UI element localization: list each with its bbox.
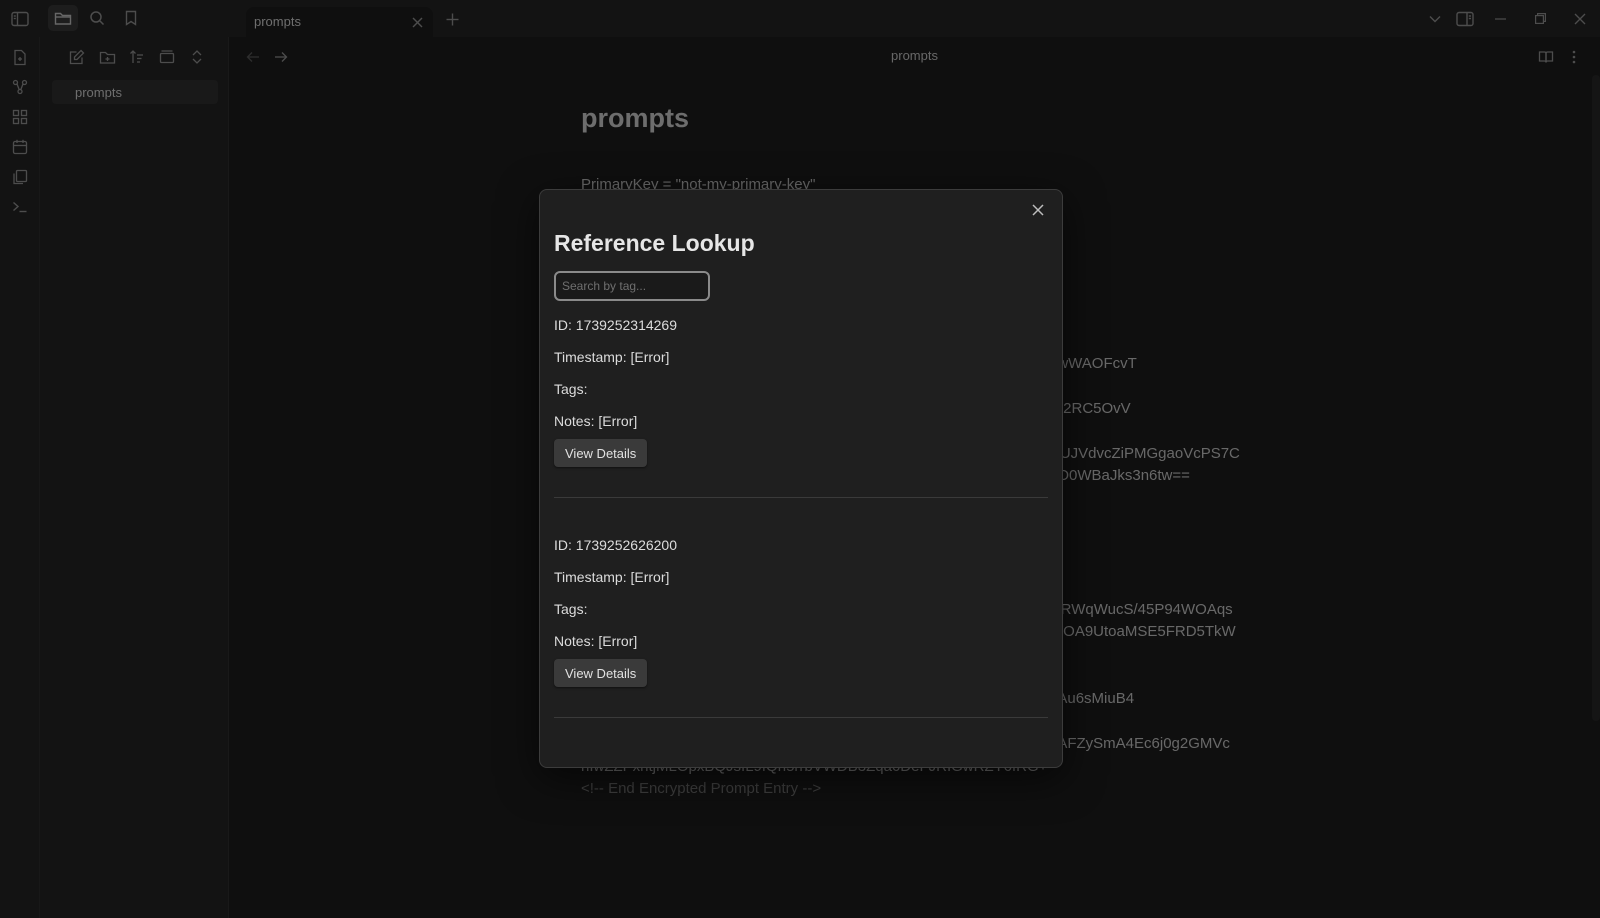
- entry-tags: Tags:: [554, 601, 588, 617]
- close-icon[interactable]: [1026, 198, 1050, 222]
- entry-timestamp: Timestamp: [Error]: [554, 569, 670, 585]
- entry-id: ID: 1739252626200: [554, 537, 677, 553]
- view-details-button[interactable]: View Details: [554, 439, 648, 467]
- entry-divider: [554, 717, 1048, 718]
- entry-notes: Notes: [Error]: [554, 633, 638, 649]
- entry-tags: Tags:: [554, 381, 588, 397]
- modal-title: Reference Lookup: [554, 230, 755, 256]
- reference-entry: ID: 1739252314269 Timestamp: [Error] Tag…: [554, 317, 1048, 509]
- reference-entry: ID: 1739252626200 Timestamp: [Error] Tag…: [554, 537, 1048, 729]
- view-details-button[interactable]: View Details: [554, 659, 648, 687]
- entry-id: ID: 1739252314269: [554, 317, 677, 333]
- tag-search-input[interactable]: [554, 271, 710, 301]
- entry-timestamp: Timestamp: [Error]: [554, 349, 670, 365]
- entry-notes: Notes: [Error]: [554, 413, 638, 429]
- reference-lookup-modal: Reference Lookup ID: 1739252314269 Times…: [539, 189, 1063, 768]
- entry-divider: [554, 497, 1048, 498]
